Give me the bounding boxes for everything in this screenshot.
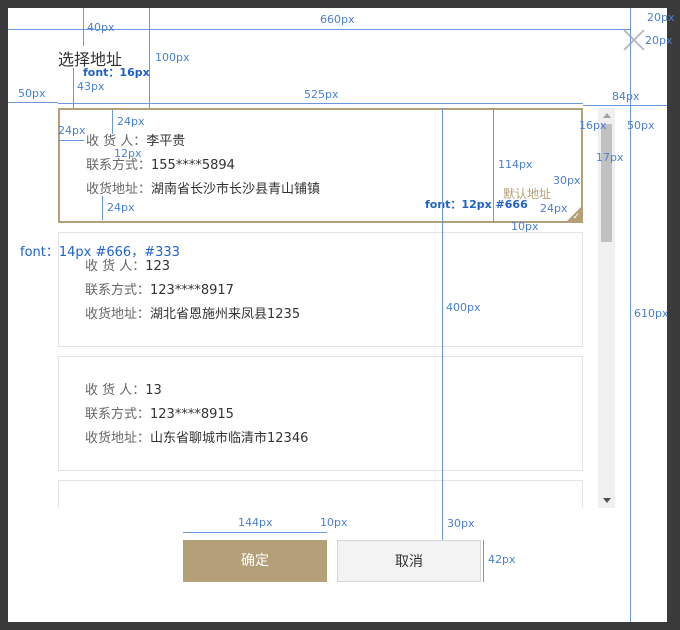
scroll-up-icon[interactable] bbox=[603, 113, 611, 118]
guide-line bbox=[58, 140, 84, 141]
address-row: 收货地址：湖北省恩施州来凤县1235 bbox=[85, 307, 300, 323]
guide-line bbox=[149, 8, 150, 108]
recipient-name: 李平贵 bbox=[146, 134, 186, 149]
guide-line bbox=[73, 68, 74, 108]
contact-row: 联系方式：123****8917 bbox=[85, 283, 234, 299]
contact-phone: 123****8917 bbox=[150, 283, 234, 298]
dim-label: 12px bbox=[114, 147, 142, 160]
recipient-label: 收 货 人： bbox=[85, 383, 146, 398]
guide-line bbox=[483, 540, 484, 582]
scrollbar-thumb[interactable] bbox=[601, 124, 612, 242]
font-note: font：12px #666 bbox=[425, 198, 528, 211]
recipient-row: 收 货 人：123 bbox=[85, 259, 170, 275]
address-text: 湖南省长沙市长沙县青山铺镇 bbox=[151, 182, 321, 197]
dim-label: 20px bbox=[645, 34, 673, 47]
address-row: 收货地址：湖南省长沙市长沙县青山铺镇 bbox=[86, 182, 320, 198]
dim-label: 50px bbox=[18, 87, 46, 100]
dim-label: 42px bbox=[488, 553, 516, 566]
dim-label: 660px bbox=[320, 13, 355, 26]
guide-line bbox=[83, 8, 84, 46]
dim-label: 84px bbox=[612, 90, 640, 103]
address-label: 收货地址： bbox=[85, 307, 151, 322]
check-icon: ✓ bbox=[572, 212, 580, 222]
guide-line bbox=[583, 105, 667, 106]
dim-label: 50px bbox=[627, 119, 655, 132]
guide-line bbox=[58, 103, 583, 104]
confirm-button[interactable]: 确定 bbox=[183, 540, 327, 582]
guide-line bbox=[442, 108, 443, 508]
dim-label: 16px bbox=[579, 119, 607, 132]
contact-phone: 155****5894 bbox=[151, 158, 235, 173]
contact-row: 联系方式：155****5894 bbox=[86, 158, 235, 174]
address-text: 湖北省恩施州来凤县1235 bbox=[150, 307, 301, 322]
address-card[interactable]: 收 货 人：13 联系方式：123****8915 收货地址：山东省聊城市临清市… bbox=[58, 356, 583, 471]
dim-label: 114px bbox=[498, 158, 533, 171]
dim-label: 525px bbox=[304, 88, 339, 101]
dim-label: 43px bbox=[77, 80, 105, 93]
dim-label: 400px bbox=[446, 301, 481, 314]
dim-label: 24px bbox=[58, 124, 86, 137]
guide-line bbox=[183, 532, 327, 533]
address-text: 山东省聊城市临清市12346 bbox=[150, 431, 309, 446]
scrollbar[interactable] bbox=[598, 108, 615, 508]
dim-label: 24px bbox=[107, 201, 135, 214]
contact-row: 联系方式：123****8915 bbox=[85, 407, 234, 423]
dim-label: 100px bbox=[155, 51, 190, 64]
guide-line bbox=[8, 102, 58, 103]
dim-label: 20px bbox=[647, 11, 675, 24]
dim-label: 10px bbox=[320, 516, 348, 529]
contact-label: 联系方式： bbox=[85, 283, 151, 298]
font-note: font：16px bbox=[83, 66, 150, 79]
recipient-name: 13 bbox=[145, 383, 162, 398]
address-label: 收货地址： bbox=[86, 182, 152, 197]
close-icon[interactable] bbox=[622, 28, 646, 52]
address-card[interactable] bbox=[58, 480, 583, 508]
guide-line bbox=[442, 508, 443, 540]
contact-label: 联系方式： bbox=[86, 158, 152, 173]
dim-label: 610px bbox=[634, 307, 669, 320]
dim-label: 30px bbox=[553, 174, 581, 187]
recipient-name: 123 bbox=[145, 259, 171, 274]
guide-line bbox=[112, 110, 113, 134]
dim-label: 30px bbox=[447, 517, 475, 530]
scroll-down-icon[interactable] bbox=[603, 498, 611, 503]
dim-label: 10px bbox=[511, 220, 539, 233]
contact-label: 联系方式： bbox=[85, 407, 151, 422]
recipient-label: 收 货 人： bbox=[85, 259, 146, 274]
dim-label: 24px bbox=[540, 202, 568, 215]
address-row: 收货地址：山东省聊城市临清市12346 bbox=[85, 431, 308, 447]
recipient-row: 收 货 人：13 bbox=[85, 383, 162, 399]
contact-phone: 123****8915 bbox=[150, 407, 234, 422]
dim-label: 17px bbox=[596, 151, 624, 164]
guide-line bbox=[102, 196, 103, 220]
dim-label: 144px bbox=[238, 516, 273, 529]
address-label: 收货地址： bbox=[85, 431, 151, 446]
cancel-button[interactable]: 取消 bbox=[337, 540, 481, 582]
dim-label: 24px bbox=[117, 115, 145, 128]
dim-label: 40px bbox=[87, 21, 115, 34]
font-note: font：14px #666，#333 bbox=[20, 245, 180, 260]
